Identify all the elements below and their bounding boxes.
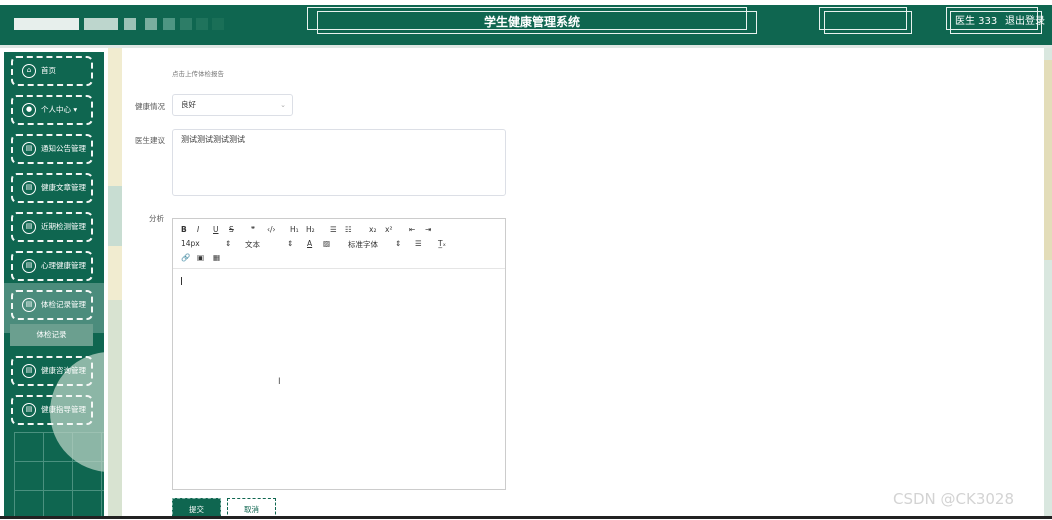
quote-button[interactable]: ❞ <box>251 225 255 234</box>
logo-square <box>124 18 136 30</box>
sidebar-item-label: 健康文章管理 <box>41 183 86 192</box>
ibeam-cursor-icon: I <box>278 377 281 387</box>
align-button[interactable]: ☰ <box>415 239 422 248</box>
text-cursor <box>181 277 182 285</box>
logo-block <box>14 18 79 30</box>
chevron-updown-icon: ⇕ <box>225 239 232 248</box>
text-type-select[interactable]: 文本 <box>245 239 260 250</box>
sidebar-item-profile[interactable]: ● 个人中心 ▾ <box>11 95 93 125</box>
logo-block <box>84 18 118 30</box>
image-icon[interactable]: ▣ <box>197 253 204 262</box>
outdent-button[interactable]: ⇤ <box>409 225 415 234</box>
decorative-band <box>108 186 122 246</box>
sidebar-item-checks[interactable]: ▤ 近期检测管理 <box>11 212 93 242</box>
sidebar-item-guidance[interactable]: ▤ 健康指导管理 <box>11 395 93 425</box>
sidebar: ⌂ 首页 ● 个人中心 ▾ ▤ 通知公告管理 ▤ 健康文章管理 ▤ 近期检测管理… <box>4 52 104 519</box>
bag-icon: ▤ <box>22 142 36 156</box>
bold-button[interactable]: B <box>181 225 187 234</box>
upload-hint[interactable]: 点击上传体检报告 <box>172 68 224 78</box>
sidebar-item-label: 个人中心 ▾ <box>41 105 78 114</box>
indent-button[interactable]: ⇥ <box>425 225 431 234</box>
strike-button[interactable]: S <box>229 225 234 234</box>
h2-button[interactable]: H₂ <box>306 225 315 234</box>
page-title: 学生健康管理系统 <box>483 15 580 29</box>
sidebar-item-mental[interactable]: ▤ 心理健康管理 <box>11 251 93 281</box>
superscript-button[interactable]: x² <box>385 225 392 234</box>
font-family-select[interactable]: 标准字体 <box>348 239 378 250</box>
chevron-updown-icon: ⇕ <box>287 239 294 248</box>
sidebar-item-label: 首页 <box>41 66 56 75</box>
sidebar-item-label: 近期检测管理 <box>41 222 86 231</box>
health-select[interactable]: 良好 ⌄ <box>172 94 293 116</box>
logo-square <box>196 18 208 30</box>
clear-format-button[interactable]: T̲ₓ <box>438 239 446 248</box>
sidebar-item-label: 体检记录管理 <box>41 300 86 309</box>
sidebar-item-label: 通知公告管理 <box>41 144 86 153</box>
sidebar-item-label: 健康咨询管理 <box>41 366 86 375</box>
sidebar-item-consult[interactable]: ▤ 健康咨询管理 <box>11 356 93 386</box>
logo-square <box>163 18 175 30</box>
bullet-list-button[interactable]: ☷ <box>345 225 352 234</box>
decorative-band <box>108 300 122 519</box>
advice-textarea[interactable]: 测试测试测试测试 <box>172 129 506 196</box>
ordered-list-button[interactable]: ☰ <box>330 225 337 234</box>
analysis-label: 分析 <box>149 214 164 223</box>
scroll-thumb[interactable] <box>1044 60 1052 260</box>
home-icon: ⌂ <box>22 64 36 78</box>
font-size-select[interactable]: 14px <box>181 239 200 248</box>
bag-icon: ▤ <box>22 364 36 378</box>
watermark: CSDN @CK3028 <box>893 490 1015 508</box>
header-frame <box>824 11 912 34</box>
code-button[interactable]: ‹/› <box>267 225 276 234</box>
bag-icon: ▤ <box>22 259 36 273</box>
h1-button[interactable]: H₁ <box>290 225 299 234</box>
health-value: 良好 <box>181 100 196 109</box>
video-icon[interactable]: ▦ <box>213 253 220 262</box>
underline-button[interactable]: U <box>213 225 219 234</box>
bag-icon: ▤ <box>22 403 36 417</box>
editor-toolbar: B I U S ❞ ‹/› H₁ H₂ ☰ ☷ x₂ x² ⇤ ⇥ 14px ⇕… <box>173 219 505 269</box>
link-icon[interactable]: 🔗 <box>181 253 190 262</box>
advice-label: 医生建议 <box>135 136 165 145</box>
submenu-exam-record[interactable]: 体检记录 <box>10 324 93 346</box>
health-label: 健康情况 <box>135 102 165 111</box>
italic-button[interactable]: I <box>197 225 199 234</box>
font-color-button[interactable]: A <box>307 239 312 248</box>
highlight-icon[interactable]: ▨ <box>323 239 330 248</box>
logo-square <box>180 18 192 30</box>
sidebar-item-home[interactable]: ⌂ 首页 <box>11 56 93 86</box>
rich-text-editor[interactable]: B I U S ❞ ‹/› H₁ H₂ ☰ ☷ x₂ x² ⇤ ⇥ 14px ⇕… <box>172 218 506 490</box>
user-icon: ● <box>22 103 36 117</box>
sidebar-item-notices[interactable]: ▤ 通知公告管理 <box>11 134 93 164</box>
sidebar-item-articles[interactable]: ▤ 健康文章管理 <box>11 173 93 203</box>
logo-square <box>145 18 157 30</box>
divider <box>0 45 1052 48</box>
sidebar-item-label: 健康指导管理 <box>41 405 86 414</box>
sidebar-item-exam-records[interactable]: ▤ 体检记录管理 <box>11 290 93 320</box>
logout-button[interactable]: 退出登录 <box>1005 13 1045 31</box>
chevron-updown-icon: ⇕ <box>395 239 402 248</box>
sidebar-item-label: 心理健康管理 <box>41 261 86 270</box>
logo-square <box>212 18 224 30</box>
user-name: 医生 333 <box>955 16 998 27</box>
bag-icon: ▤ <box>22 181 36 195</box>
subscript-button[interactable]: x₂ <box>369 225 376 234</box>
chevron-down-icon: ⌄ <box>280 101 286 109</box>
bag-icon: ▤ <box>22 298 36 312</box>
bag-icon: ▤ <box>22 220 36 234</box>
